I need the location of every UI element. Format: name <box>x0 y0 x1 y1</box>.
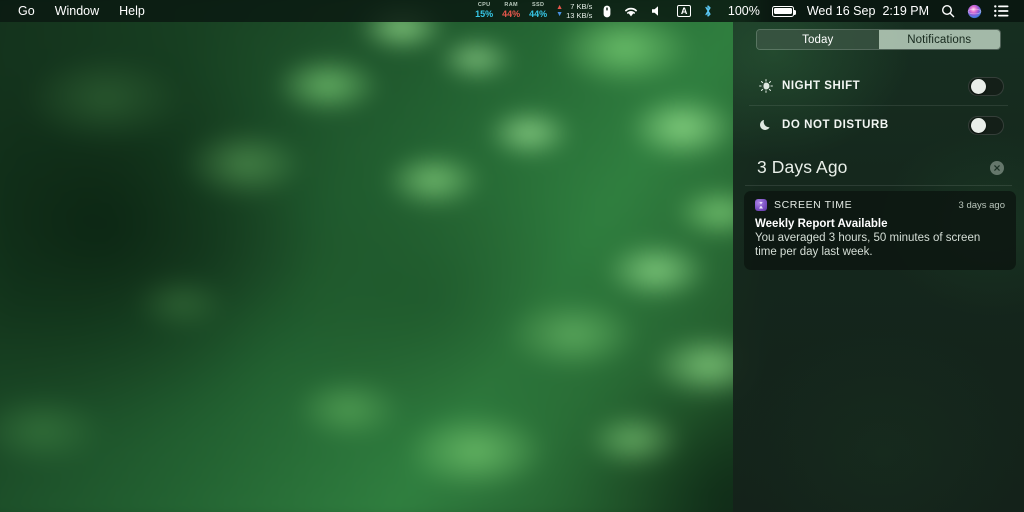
menu-item-go[interactable]: Go <box>8 0 45 22</box>
notification-card[interactable]: SCREEN TIME 3 days ago Weekly Report Ava… <box>744 191 1016 270</box>
stat-cpu-value: 15% <box>475 8 494 19</box>
mouse-battery-icon[interactable] <box>597 0 617 22</box>
toggle-row-do-not-disturb[interactable]: DO NOT DISTURB <box>733 106 1024 144</box>
tab-today[interactable]: Today <box>757 30 879 49</box>
spotlight-search-icon[interactable] <box>935 0 961 22</box>
notification-title: Weekly Report Available <box>755 218 888 230</box>
wifi-icon[interactable] <box>617 0 645 22</box>
notification-card-header: SCREEN TIME 3 days ago <box>755 199 1005 211</box>
network-up-arrow-icon: ▲ <box>556 4 564 11</box>
network-arrows: ▲ ▼ <box>556 4 563 18</box>
stat-cpu-label: CPU <box>477 2 491 9</box>
stat-ram-label: RAM <box>504 2 518 9</box>
night-shift-icon <box>757 79 774 93</box>
notification-center-panel: Today Notifications NIGHT SHIFT DO NOT D… <box>733 22 1024 512</box>
stat-cpu[interactable]: CPU 15% <box>475 3 493 19</box>
system-monitor-stats[interactable]: CPU 15% RAM 44% SSD 44% ▲ ▼ 7 KB/s 13 KB… <box>475 2 597 21</box>
stat-ssd-label: SSD <box>532 2 545 9</box>
toggle-switch-do-not-disturb[interactable] <box>968 115 1004 135</box>
notification-timestamp: 3 days ago <box>958 199 1005 211</box>
input-source-label: A <box>677 5 691 17</box>
stat-ram-value: 44% <box>502 8 521 19</box>
volume-icon[interactable] <box>645 0 671 22</box>
notification-center-icon[interactable] <box>988 0 1015 22</box>
notification-group-header: 3 Days Ago <box>733 144 1024 185</box>
stat-ssd[interactable]: SSD 44% <box>529 3 547 19</box>
quick-toggles: NIGHT SHIFT DO NOT DISTURB <box>733 67 1024 144</box>
stat-ssd-value: 44% <box>529 8 548 19</box>
toggle-knob <box>970 118 986 133</box>
tab-notifications[interactable]: Notifications <box>878 30 1000 49</box>
menu-item-window[interactable]: Window <box>45 0 109 22</box>
toggle-knob <box>970 79 986 94</box>
siri-icon[interactable] <box>961 0 988 22</box>
menu-item-help[interactable]: Help <box>109 0 155 22</box>
desktop-screen: Go Window Help CPU 15% RAM 44% SSD 44% ▲ <box>0 0 1024 512</box>
notification-list: SCREEN TIME 3 days ago Weekly Report Ava… <box>733 186 1024 270</box>
desktop-wallpaper <box>0 0 755 512</box>
notification-center-tabs: Today Notifications <box>733 22 1024 50</box>
stat-ram[interactable]: RAM 44% <box>502 3 520 19</box>
wallpaper-shadow-overlay <box>0 0 755 512</box>
close-circle-icon[interactable] <box>990 160 1004 175</box>
network-down-rate: 13 KB/s <box>566 11 593 20</box>
segmented-control: Today Notifications <box>756 29 1001 50</box>
input-source-icon[interactable]: A <box>671 0 697 22</box>
bluetooth-icon[interactable] <box>697 0 719 22</box>
moon-icon <box>757 118 774 132</box>
network-stats[interactable]: ▲ ▼ 7 KB/s 13 KB/s <box>556 2 592 21</box>
menu-bar-app-menus: Go Window Help <box>0 0 155 22</box>
network-rates: 7 KB/s 13 KB/s <box>566 2 592 21</box>
menu-bar-date[interactable]: Wed 16 Sep <box>800 0 883 22</box>
network-up-rate: 7 KB/s <box>570 1 593 11</box>
toggle-label-do-not-disturb: DO NOT DISTURB <box>782 119 889 131</box>
menu-bar-time[interactable]: 2:19 PM <box>882 0 935 22</box>
toggle-switch-night-shift[interactable] <box>968 76 1004 96</box>
notification-group-title: 3 Days Ago <box>757 157 848 177</box>
notification-body: You averaged 3 hours, 50 minutes of scre… <box>755 232 981 258</box>
notification-app-name: SCREEN TIME <box>774 199 853 211</box>
toggle-label-night-shift: NIGHT SHIFT <box>782 80 861 92</box>
battery-percent[interactable]: 100% <box>719 0 766 22</box>
toggle-row-night-shift[interactable]: NIGHT SHIFT <box>733 67 1024 105</box>
screen-time-icon <box>755 199 767 211</box>
menu-bar: Go Window Help CPU 15% RAM 44% SSD 44% ▲ <box>0 0 1024 22</box>
menu-bar-status-icons: A 100% Wed 16 Sep 2:19 PM <box>597 0 1024 22</box>
network-down-arrow-icon: ▼ <box>556 11 564 18</box>
battery-icon[interactable] <box>766 0 800 22</box>
